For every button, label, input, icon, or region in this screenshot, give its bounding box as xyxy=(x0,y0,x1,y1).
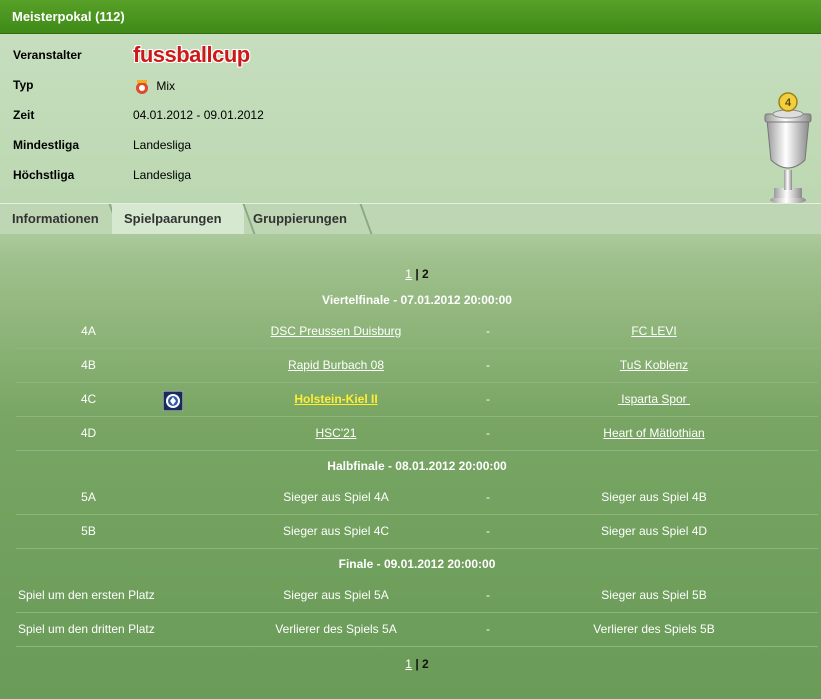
match-dash: - xyxy=(486,490,490,504)
page-current-2: 2 xyxy=(422,267,429,281)
round-header-quarterfinal: Viertelfinale - 07.01.2012 20:00:00 xyxy=(322,293,512,307)
home-team-link[interactable]: Rapid Burbach 08 xyxy=(236,349,436,382)
match-row: Spiel um den dritten Platz Verlierer des… xyxy=(16,613,818,647)
tab-spielpaarungen[interactable]: Spielpaarungen xyxy=(112,204,244,234)
info-label: Höchstliga xyxy=(13,168,75,182)
mix-icon xyxy=(136,80,148,94)
pagination-bottom: 1 | 2 xyxy=(16,653,818,675)
match-row: 4C Holstein-Kiel II - Isparta Spor xyxy=(16,383,818,417)
home-placeholder: Sieger aus Spiel 5A xyxy=(283,588,389,602)
round-header-semifinal: Halbfinale - 08.01.2012 20:00:00 xyxy=(327,459,507,473)
away-team-link[interactable]: TuS Koblenz xyxy=(554,349,754,382)
match-id: Spiel um den dritten Platz xyxy=(18,622,155,636)
match-id: Spiel um den ersten Platz xyxy=(18,588,155,602)
info-label: Veranstalter xyxy=(13,48,82,62)
away-placeholder: Sieger aus Spiel 4B xyxy=(601,490,707,504)
away-placeholder: Sieger aus Spiel 4D xyxy=(600,524,708,538)
type-value: Mix xyxy=(156,79,176,94)
round-header-final: Finale - 09.01.2012 20:00:00 xyxy=(338,557,496,571)
page-link-1[interactable]: 1 xyxy=(405,267,412,281)
pagination-top: 1 | 2 xyxy=(16,263,818,285)
away-placeholder: Sieger aus Spiel 5B xyxy=(601,588,707,602)
tab-gruppierungen[interactable]: Gruppierungen xyxy=(241,204,361,234)
match-id: 4C xyxy=(80,392,97,406)
trophy-badge-number: 4 xyxy=(785,97,792,109)
tournament-info: Veranstalter fussballcup Typ Mix Zeit 04… xyxy=(0,34,821,204)
match-row: 4D HSC'21 - Heart of Mätlothian xyxy=(16,417,818,451)
team-crest-icon xyxy=(162,390,184,412)
min-league-value: Landesliga xyxy=(133,138,192,152)
info-label: Zeit xyxy=(13,108,35,122)
pager-separator: | xyxy=(411,267,423,281)
away-team-link[interactable]: FC LEVI xyxy=(554,315,754,348)
match-dash: - xyxy=(486,324,490,338)
trophy-icon: 4 xyxy=(764,92,812,204)
home-team-link[interactable]: DSC Preussen Duisburg xyxy=(236,315,436,348)
match-dash: - xyxy=(486,524,490,538)
tournament-panel: Meisterpokal (112) Veranstalter fussball… xyxy=(0,0,821,699)
match-id: 5B xyxy=(81,524,96,538)
page-link-1[interactable]: 1 xyxy=(405,657,412,671)
match-row: 4B Rapid Burbach 08 - TuS Koblenz xyxy=(16,349,818,383)
match-row: 4A DSC Preussen Duisburg - FC LEVI xyxy=(16,315,818,349)
away-team-link[interactable]: Heart of Mätlothian xyxy=(554,417,754,450)
match-dash: - xyxy=(486,588,490,602)
match-dash: - xyxy=(486,622,490,636)
away-placeholder: Verlierer des Spiels 5B xyxy=(593,622,715,636)
tab-bar: Informationen Spielpaarungen Gruppierung… xyxy=(0,203,821,234)
home-team-link-highlighted[interactable]: Holstein-Kiel II xyxy=(236,383,436,416)
pairings-content: 1 | 2 Viertelfinale - 07.01.2012 20:00:0… xyxy=(16,235,818,675)
page-current-2: 2 xyxy=(422,657,429,671)
match-row: Spiel um den ersten Platz Sieger aus Spi… xyxy=(16,579,818,613)
match-dash: - xyxy=(486,392,490,406)
organizer-logo: fussballcup xyxy=(133,42,250,74)
match-id: 5A xyxy=(81,490,96,504)
home-placeholder: Verlierer des Spiels 5A xyxy=(275,622,397,636)
match-dash: - xyxy=(486,358,490,372)
home-team-link[interactable]: HSC'21 xyxy=(236,417,436,450)
match-row: 5B Sieger aus Spiel 4C - Sieger aus Spie… xyxy=(16,515,818,549)
pager-separator: | xyxy=(411,657,423,671)
organizer-logo-text: fussballcup xyxy=(133,42,250,67)
tab-informationen[interactable]: Informationen xyxy=(0,204,110,234)
match-dash: - xyxy=(486,426,490,440)
max-league-value: Landesliga xyxy=(133,168,192,182)
match-id: 4B xyxy=(81,358,96,372)
info-label: Typ xyxy=(13,78,34,92)
info-label: Mindestliga xyxy=(13,138,80,152)
time-value: 04.01.2012 - 09.01.2012 xyxy=(133,108,264,122)
match-id: 4D xyxy=(80,426,97,440)
match-row: 5A Sieger aus Spiel 4A - Sieger aus Spie… xyxy=(16,481,818,515)
panel-title: Meisterpokal (112) xyxy=(0,0,821,34)
match-id: 4A xyxy=(81,324,96,338)
home-placeholder: Sieger aus Spiel 4C xyxy=(282,524,390,538)
home-placeholder: Sieger aus Spiel 4A xyxy=(283,490,389,504)
away-team-link[interactable]: Isparta Spor xyxy=(554,383,754,416)
